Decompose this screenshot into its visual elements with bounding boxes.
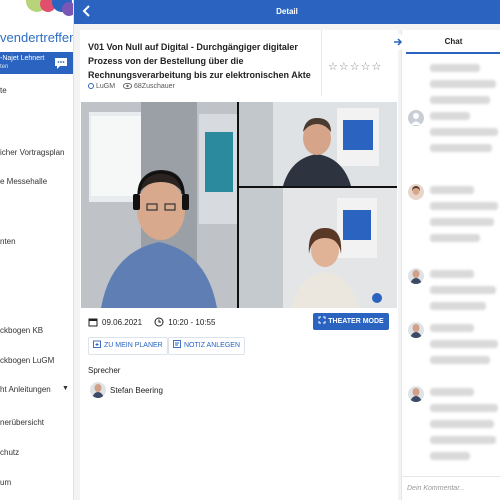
eye-icon: [123, 83, 133, 89]
sidebar-item-label: nten: [0, 237, 16, 246]
track-dot-icon: [88, 83, 94, 89]
calendar-plus-icon: [93, 340, 101, 348]
sidebar-item-3[interactable]: e Messehalle: [0, 177, 73, 186]
session-detail: V01 Von Null auf Digital - Durchgängiger…: [80, 30, 398, 500]
avatar: [408, 184, 424, 200]
sidebar-item-label: nerübersicht: [0, 418, 45, 427]
viewer-count: 68Zuschauer: [134, 83, 175, 90]
sidebar-item-label: um: [0, 478, 12, 487]
session-meta: LuGM 68Zuschauer: [88, 83, 175, 90]
brand-name: vendertreffen: [0, 30, 74, 45]
sidebar-item-label: ckbogen LuGM: [0, 356, 55, 365]
add-to-planner-button[interactable]: ZU MEIN PLANER: [88, 337, 168, 355]
sidebar-item-0[interactable]: te: [0, 86, 73, 95]
session-title: V01 Von Null auf Digital - Durchgängiger…: [88, 42, 311, 80]
note-label: NOTIZ ANLEGEN: [184, 342, 241, 349]
sidebar-item-10[interactable]: um: [0, 478, 73, 487]
tab-indicator: [406, 52, 500, 54]
add-note-button[interactable]: NOTIZ ANLEGEN: [168, 337, 246, 355]
expand-icon: [318, 316, 326, 324]
speaker-avatar: [90, 382, 106, 398]
session-time: 10:20 - 10:55: [168, 318, 216, 327]
track-label: LuGM: [96, 83, 116, 90]
avatar: [408, 322, 424, 338]
page-title: Detail: [276, 7, 298, 16]
chat-input[interactable]: Dein Kommentar...: [402, 476, 500, 500]
divider: [321, 30, 322, 96]
avatar: [408, 268, 424, 284]
note-icon: [173, 340, 181, 348]
session-date: 09.06.2021: [102, 318, 143, 327]
sidebar-item-6[interactable]: ckbogen LuGM: [0, 356, 73, 365]
sidebar-item-label: e Messehalle: [0, 177, 48, 186]
tab-chat[interactable]: Chat: [406, 37, 500, 46]
user-bar[interactable]: -Najet Lehnert ten: [0, 52, 73, 74]
chat-message: [406, 184, 500, 254]
chat-panel: Chat Dein Kommentar...: [390, 30, 500, 500]
sidebar-item-label: ckbogen KB: [0, 326, 44, 335]
sidebar-item-2[interactable]: icher Vortragsplan: [0, 148, 73, 157]
theater-mode-label: THEATER MODE: [328, 318, 384, 325]
chat-message: [406, 268, 500, 328]
video-tile-main: [81, 102, 237, 308]
chat-message: [406, 322, 500, 382]
speaker-name: Stefan Beering: [110, 386, 163, 395]
sidebar-item-label: ht Anleitungen: [0, 385, 51, 394]
sidebar-item-4[interactable]: nten: [0, 237, 73, 246]
caret-down-icon[interactable]: ▼: [62, 385, 69, 392]
arrow-right-circle-icon[interactable]: [390, 34, 406, 50]
sidebar-item-label: te: [0, 86, 7, 95]
brand-logo: vendertreffen: [0, 0, 74, 50]
theater-mode-button[interactable]: THEATER MODE: [313, 313, 389, 330]
sidebar-item-9[interactable]: chutz: [0, 448, 73, 457]
chat-bubble-icon[interactable]: [53, 55, 69, 71]
sidebar-item-5[interactable]: ckbogen KB: [0, 326, 73, 335]
top-bar: Detail: [74, 0, 500, 24]
video-tile-bottom-right: [239, 188, 397, 308]
user-name: -Najet Lehnert: [0, 55, 45, 62]
app-root: vendertreffen -Najet Lehnert ten te iche…: [0, 0, 500, 500]
chat-message: [406, 110, 500, 180]
avatar: [408, 110, 424, 126]
clock-icon: [154, 317, 164, 327]
rating-stars[interactable]: ☆☆☆☆☆: [328, 60, 382, 73]
sidebar: vendertreffen -Najet Lehnert ten te iche…: [0, 0, 74, 500]
planner-label: ZU MEIN PLANER: [104, 342, 163, 349]
sidebar-item-8[interactable]: nerübersicht: [0, 418, 73, 427]
session-datetime: 09.06.2021 10:20 - 10:55: [88, 317, 215, 327]
sidebar-item-label: chutz: [0, 448, 20, 457]
video-player[interactable]: [81, 102, 397, 308]
chat-message: [406, 386, 500, 466]
calendar-icon: [88, 318, 98, 327]
sidebar-item-7[interactable]: ht Anleitungen ▼: [0, 385, 73, 394]
sidebar-item-label: icher Vortragsplan: [0, 148, 65, 157]
video-tile-top-right: [239, 102, 397, 186]
user-subtitle: ten: [0, 64, 9, 70]
speakers-heading: Sprecher: [88, 366, 121, 375]
avatar: [408, 386, 424, 402]
